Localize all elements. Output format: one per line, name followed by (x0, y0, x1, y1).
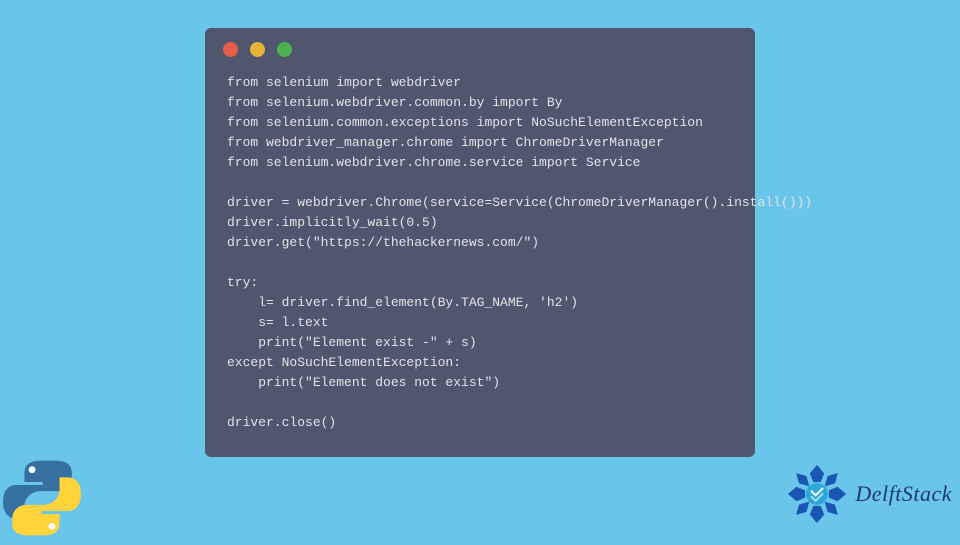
python-logo-icon (0, 456, 84, 540)
minimize-icon (250, 42, 265, 57)
code-window: from selenium import webdriver from sele… (205, 28, 755, 457)
close-icon (223, 42, 238, 57)
maximize-icon (277, 42, 292, 57)
brand-name: DelftStack (855, 481, 952, 507)
traffic-lights (205, 28, 755, 67)
code-block: from selenium import webdriver from sele… (205, 67, 755, 441)
delftstack-logo-icon (783, 460, 851, 528)
brand-footer: DelftStack (783, 460, 952, 528)
